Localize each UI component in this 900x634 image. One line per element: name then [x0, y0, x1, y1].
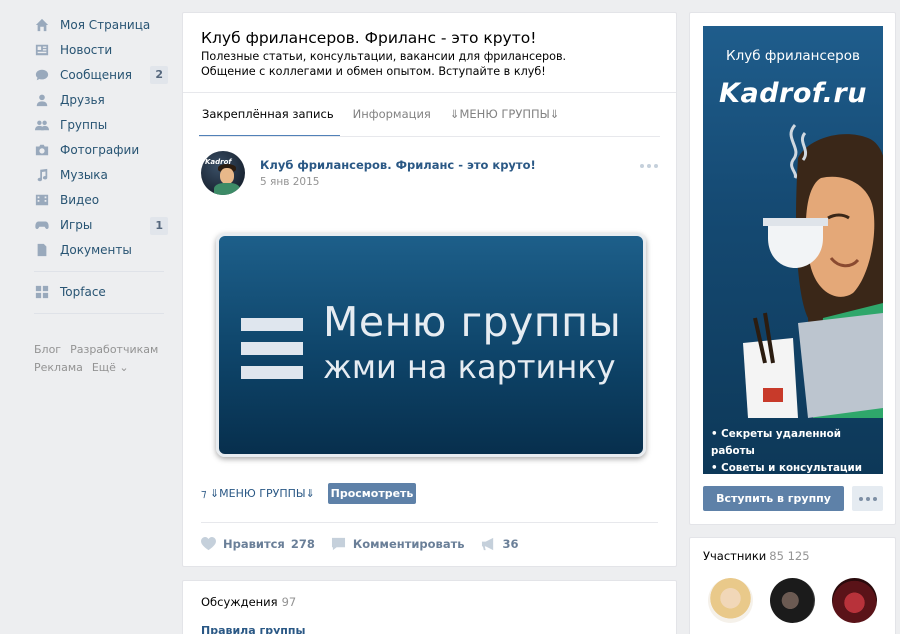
friends-icon	[34, 92, 50, 108]
group-actions-more-button[interactable]	[852, 486, 883, 511]
cover-club-label: Клуб фрилансеров	[726, 48, 860, 64]
camera-icon	[34, 142, 50, 158]
sidebar-item-news[interactable]: Новости	[28, 37, 170, 62]
sidebar-item-my-page[interactable]: Моя Страница	[28, 12, 170, 37]
sidebar-item-label: Сообщения	[60, 67, 133, 82]
group-cover-image[interactable]: Клуб фрилансеров Kadrof.ru Секреты удале…	[703, 26, 883, 474]
cover-bullet: Советы и консультации	[711, 460, 883, 474]
sidebar-item-label: Новости	[60, 42, 113, 57]
banner-subheading: жми на картинку	[323, 348, 616, 386]
member-avatar[interactable]	[770, 578, 815, 623]
sidebar-item-video[interactable]: Видео	[28, 188, 170, 213]
post-attachment-link-text: ⇓МЕНЮ ГРУППЫ⇓	[209, 487, 315, 500]
sidebar-item-music[interactable]: Музыка	[28, 163, 170, 188]
discussions-header[interactable]: Обсуждения 97	[201, 595, 296, 609]
view-button[interactable]: Просмотреть	[328, 483, 416, 504]
video-icon	[34, 192, 50, 208]
sidebar-item-messages[interactable]: Сообщения 2	[28, 62, 170, 87]
footer-link-blog[interactable]: Блог	[34, 343, 61, 356]
comment-icon	[331, 537, 345, 551]
comment-label: Комментировать	[352, 537, 465, 551]
post-date[interactable]: 5 янв 2015	[260, 176, 319, 188]
tab-information[interactable]: Информация	[350, 93, 437, 137]
discussion-topic-link[interactable]: Правила группы	[201, 624, 305, 634]
footer-link-developers[interactable]: Разработчикам	[70, 343, 158, 356]
home-icon	[34, 17, 50, 33]
sidebar-item-label: Видео	[60, 193, 100, 208]
member-avatar[interactable]	[708, 578, 753, 623]
post-author-name[interactable]: Клуб фрилансеров. Фриланс - это круто!	[260, 158, 536, 172]
menu-burger-icon	[241, 318, 303, 380]
games-count-badge: 1	[150, 216, 168, 235]
discussions-count: 97	[281, 595, 297, 609]
sidebar-item-label: Игры	[60, 218, 93, 233]
members-card: Участники 85 125	[689, 537, 896, 634]
document-icon	[34, 242, 50, 258]
sidebar-item-photos[interactable]: Фотографии	[28, 137, 170, 162]
sidebar-item-label: Группы	[60, 117, 108, 132]
freelancer-illustration	[743, 123, 883, 418]
post-actions-divider	[201, 522, 658, 523]
groups-icon	[34, 117, 50, 133]
messages-count-badge: 2	[150, 66, 168, 85]
banner-heading: Меню группы	[323, 298, 622, 346]
link-icon: ⁊	[201, 487, 210, 500]
footer-link-ads[interactable]: Реклама	[34, 361, 83, 374]
sidebar-item-label: Друзья	[60, 92, 105, 107]
app-grid-icon	[34, 284, 50, 300]
tab-group-menu[interactable]: ⇓МЕНЮ ГРУППЫ⇓	[447, 93, 566, 137]
discussions-card: Обсуждения 97 Правила группы	[182, 580, 677, 634]
sidebar-item-friends[interactable]: Друзья	[28, 87, 170, 112]
tabs-divider	[199, 136, 660, 137]
members-title: Участники	[703, 549, 767, 563]
messages-icon	[34, 67, 50, 83]
members-header[interactable]: Участники 85 125	[703, 549, 810, 563]
post-actions: Нравится 278 Комментировать 36	[201, 537, 535, 551]
group-main-card: Клуб фрилансеров. Фриланс - это круто! П…	[182, 12, 677, 567]
post-more-icon[interactable]	[640, 161, 660, 171]
like-label: Нравится	[223, 537, 285, 551]
share-count: 36	[502, 537, 519, 551]
group-description: Полезные статьи, консультации, вакансии …	[201, 50, 567, 78]
member-avatar[interactable]	[832, 578, 877, 623]
sidebar-item-topface[interactable]: Topface	[28, 280, 170, 305]
like-count: 278	[290, 537, 315, 551]
comment-button[interactable]: Комментировать	[331, 537, 465, 551]
like-button[interactable]: Нравится 278	[201, 537, 315, 551]
cover-bullet: Секреты удаленной работы	[711, 426, 883, 460]
post-attachment-link[interactable]: ⁊ ⇓МЕНЮ ГРУППЫ⇓	[201, 487, 315, 500]
sidebar-item-label: Topface	[60, 285, 106, 300]
avatar-shirt	[214, 183, 240, 195]
tab-pinned-post[interactable]: Закреплённая запись	[199, 93, 340, 137]
sidebar-footer-links: Блог Разработчикам Реклама Ещё ⌄	[28, 340, 170, 376]
sidebar-item-label: Документы	[60, 243, 132, 258]
cover-bullets: Секреты удаленной работы Советы и консул…	[711, 426, 883, 474]
sidebar-item-label: Музыка	[60, 168, 108, 183]
join-group-button[interactable]: Вступить в группу	[703, 486, 844, 511]
sidebar-item-games[interactable]: Игры 1	[28, 213, 170, 238]
share-button[interactable]: 36	[481, 537, 519, 551]
sidebar-item-label: Фотографии	[60, 143, 140, 158]
sidebar-item-label: Моя Страница	[60, 17, 151, 32]
group-title: Клуб фрилансеров. Фриланс - это круто!	[201, 29, 537, 47]
post-author-avatar[interactable]: Kadrof	[201, 151, 245, 195]
heart-icon	[201, 537, 216, 551]
members-count: 85 125	[769, 549, 810, 563]
sidebar-divider	[34, 270, 164, 272]
group-menu-banner[interactable]: Меню группы жми на картинку	[216, 233, 646, 457]
group-cover-card: Клуб фрилансеров Kadrof.ru Секреты удале…	[689, 12, 896, 525]
discussions-title: Обсуждения	[201, 595, 278, 609]
footer-link-more[interactable]: Ещё ⌄	[92, 361, 129, 374]
cover-logo-text: Kadrof.ru	[719, 78, 867, 109]
left-sidebar: Моя Страница Новости Сообщения 2 Друзья …	[28, 12, 170, 376]
sidebar-divider	[34, 313, 164, 315]
sidebar-item-documents[interactable]: Документы	[28, 238, 170, 263]
music-icon	[34, 167, 50, 183]
megaphone-icon	[481, 537, 493, 551]
sidebar-item-groups[interactable]: Группы	[28, 112, 170, 137]
group-tabs: Закреплённая запись Информация ⇓МЕНЮ ГРУ…	[199, 93, 575, 137]
news-icon	[34, 42, 50, 58]
avatar-face	[220, 168, 234, 184]
games-icon	[34, 217, 50, 233]
